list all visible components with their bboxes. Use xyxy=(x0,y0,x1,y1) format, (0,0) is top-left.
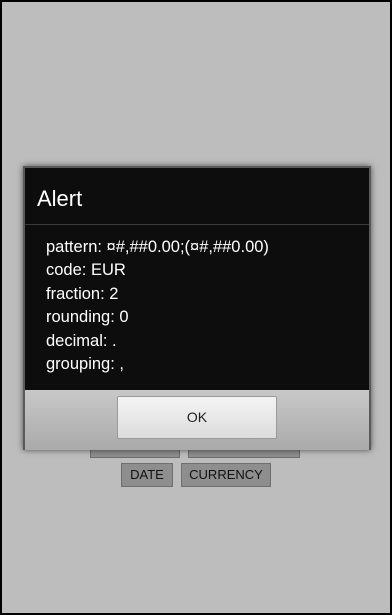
message-line-grouping: grouping: , xyxy=(46,355,124,374)
currency-button[interactable]: CURRENCY xyxy=(181,463,271,487)
date-button[interactable]: DATE xyxy=(121,463,173,487)
message-line-fraction: fraction: 2 xyxy=(46,284,119,303)
message-line-code: code: EUR xyxy=(46,261,126,280)
message-line-pattern: pattern: ¤#,##0.00;(¤#,##0.00) xyxy=(46,238,269,256)
message-line-decimal: decimal: . xyxy=(46,331,117,350)
title-divider xyxy=(25,224,369,225)
alert-dialog: Alert pattern: ¤#,##0.00;(¤#,##0.00) cod… xyxy=(23,166,371,450)
app-screen: DATE CURRENCY Alert pattern: ¤#,##0.00;(… xyxy=(2,2,390,613)
ok-button[interactable]: OK xyxy=(117,396,277,439)
dialog-button-bar: OK xyxy=(25,390,369,450)
alert-message: pattern: ¤#,##0.00;(¤#,##0.00) code: EUR… xyxy=(46,236,269,376)
alert-title: Alert xyxy=(37,186,83,211)
message-line-rounding: rounding: 0 xyxy=(46,308,129,327)
